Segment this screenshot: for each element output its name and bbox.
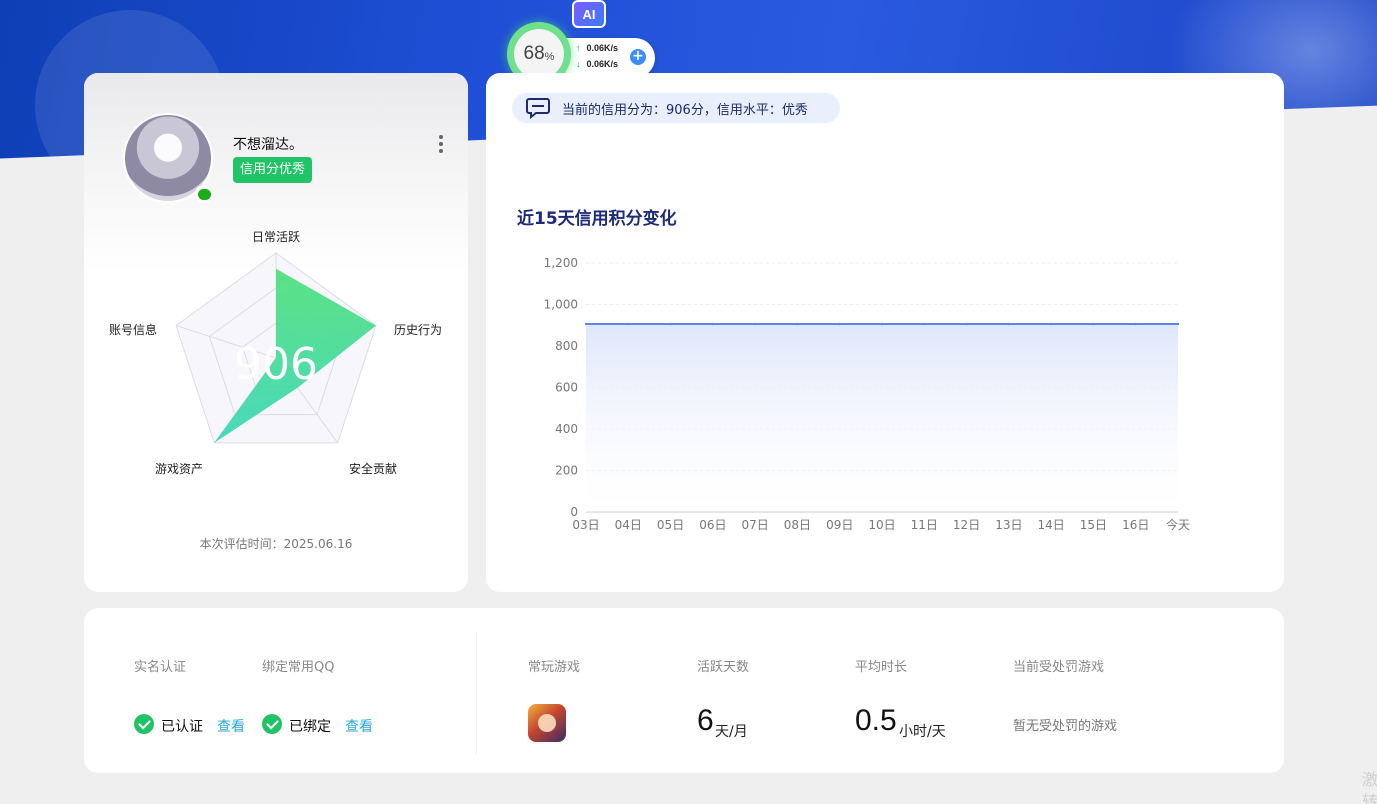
chart-data-point	[1134, 322, 1137, 326]
punished-game-label: 当前受处罚游戏	[1013, 660, 1105, 675]
section-divider	[476, 632, 477, 754]
arrow-down-icon: ↓	[576, 59, 581, 69]
x-tick-label: 07日	[742, 518, 769, 532]
x-tick-label: 15日	[1080, 518, 1107, 532]
avg-duration-label: 平均时长	[855, 660, 908, 675]
arrow-up-icon: ↑	[576, 43, 581, 53]
plus-icon[interactable]: +	[630, 49, 646, 65]
bind-qq-label: 绑定常用QQ	[262, 660, 335, 675]
chart-data-point	[753, 322, 757, 326]
x-tick-label: 06日	[699, 518, 726, 532]
chart-data-point	[627, 322, 630, 326]
chart-data-point	[1176, 322, 1180, 326]
radar-axis-account-info: 账号信息	[109, 323, 158, 337]
x-tick-label: 05日	[657, 518, 684, 532]
game-app-icon[interactable]	[528, 704, 566, 742]
x-tick-label: 今天	[1166, 517, 1190, 532]
chart-data-point	[838, 322, 841, 326]
active-days-label: 活跃天数	[697, 660, 750, 675]
account-info-card: 实名认证 绑定常用QQ 已认证 查看 已绑定 查看 常玩游戏 活跃天数 6 天/…	[84, 608, 1284, 773]
avg-duration-value: 0.5	[855, 704, 897, 737]
chart-data-point	[965, 322, 968, 326]
credit-score-value: 906	[234, 339, 318, 390]
real-name-label: 实名认证	[134, 660, 187, 675]
watermark-text-2: 转	[1362, 792, 1377, 804]
x-tick-label: 04日	[615, 518, 642, 532]
chart-data-point	[796, 322, 799, 326]
bind-qq-status: 已绑定	[289, 719, 331, 735]
frequent-game-label: 常玩游戏	[528, 660, 581, 675]
download-speed: ↓ 0.06K/s	[576, 59, 618, 69]
y-tick-label: 0	[570, 505, 578, 519]
y-tick-label: 1,000	[544, 298, 578, 312]
check-circle-icon	[134, 714, 154, 734]
avg-duration-unit: 小时/天	[899, 724, 946, 740]
view-real-name-link[interactable]: 查看	[217, 716, 245, 736]
gauge-center: 68%	[514, 29, 564, 79]
upload-speed-value: 0.06K/s	[586, 43, 619, 53]
chart-data-point	[584, 322, 588, 326]
radar-axis-game-assets: 游戏资产	[155, 462, 204, 476]
y-tick-label: 200	[555, 464, 578, 478]
y-tick-label: 1,200	[544, 256, 578, 270]
chart-data-point	[880, 322, 884, 326]
upload-speed: ↑ 0.06K/s	[576, 43, 618, 53]
x-tick-label: 13日	[995, 518, 1022, 532]
radar-axis-daily-active: 日常活跃	[252, 230, 301, 244]
credit-line-chart: 0 200 400 600 800 1,000 1,200 03日 04日 05日 06日 07日 0…	[544, 256, 1190, 532]
radar-axis-security-contribution: 安全贡献	[349, 462, 398, 476]
chart-data-point	[1092, 322, 1095, 326]
no-punish-text: 暂无受处罚的游戏	[1013, 719, 1118, 734]
y-tick-label: 400	[555, 422, 578, 436]
chart-data-point	[669, 322, 672, 326]
x-tick-label: 11日	[911, 518, 938, 532]
watermark-text-1: 激	[1362, 770, 1377, 789]
x-tick-label: 10日	[868, 518, 895, 532]
x-tick-label: 09日	[826, 518, 853, 532]
x-tick-label: 12日	[953, 518, 980, 532]
active-days-value: 6	[697, 704, 714, 737]
x-tick-label: 08日	[784, 518, 811, 532]
gauge-value: 68	[523, 43, 545, 64]
chart-data-point	[711, 322, 715, 326]
download-speed-value: 0.06K/s	[586, 59, 619, 69]
check-circle-icon	[262, 714, 282, 734]
ai-assistant-button[interactable]: AI	[572, 0, 606, 28]
chart-data-point	[1049, 322, 1053, 326]
gauge-unit: %	[544, 51, 555, 63]
x-tick-label: 03日	[572, 518, 599, 532]
x-tick-label: 16日	[1122, 518, 1149, 532]
view-bind-qq-link[interactable]: 查看	[345, 716, 373, 736]
credit-trend-card: 当前的信用分为：906分，信用水平：优秀 近15天信用积分变化 0 200 400 6…	[486, 73, 1284, 592]
x-tick-label: 14日	[1038, 518, 1065, 532]
y-tick-label: 600	[555, 381, 578, 395]
chart-data-point	[1007, 322, 1011, 326]
profile-card: 不想溜达。 信用分优秀 906 日常活跃 历史行为 安全贡献 游戏资产 账号信息…	[84, 73, 468, 592]
y-tick-label: 800	[555, 339, 578, 353]
active-days-unit: 天/月	[715, 724, 748, 740]
chart-data-point	[923, 322, 926, 326]
radar-axis-history-behavior: 历史行为	[394, 323, 443, 337]
evaluation-time: 本次评估时间：2025.06.16	[199, 537, 353, 551]
real-name-status: 已认证	[161, 719, 203, 735]
chart-area-fill	[586, 324, 1178, 512]
